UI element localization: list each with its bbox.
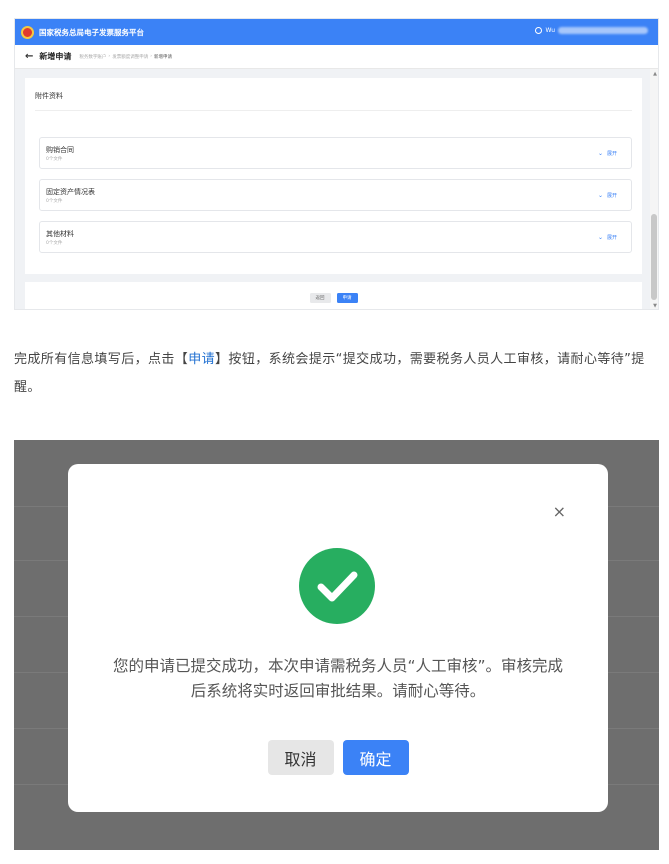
expand-label: 展开 <box>606 235 617 241</box>
expand-toggle[interactable]: ⌄ 展开 <box>598 234 617 241</box>
attachment-item-other[interactable]: 其他材料 0个文件 ⌄ 展开 <box>39 221 632 253</box>
chevron-down-icon: ⌄ <box>597 192 603 199</box>
cancel-button[interactable]: 取消 <box>267 740 334 775</box>
tax-emblem-icon <box>21 25 34 39</box>
modal-button-row: 取消 确定 <box>68 740 608 775</box>
attachment-item-contract[interactable]: 购销合同 0个文件 ⌄ 展开 <box>39 137 632 169</box>
modal-message: 您的申请已提交成功，本次申请需税务人员“人工审核”。审核完成后系统将实时返回审批… <box>112 657 564 700</box>
close-icon[interactable]: × <box>553 502 566 521</box>
back-button[interactable]: 返回 <box>309 293 331 303</box>
instruction-paragraph: 完成所有信息填写后，点击【申请】按钮，系统会提示“提交成功，需要税务人员人工审核… <box>14 346 659 402</box>
breadcrumb-item[interactable]: 发票额度调整申请 <box>112 54 148 60</box>
attachment-name: 固定资产情况表 <box>46 188 95 196</box>
application-form-screenshot: 国家税务总局电子发票服务平台 Wu ← 新增申请 税务数字账户 › 发票额度调整… <box>14 18 659 310</box>
attachments-card: 附件资料 购销合同 0个文件 ⌄ 展开 固定资产情况表 0个文件 ⌄ 展开 其他… <box>25 78 642 274</box>
form-action-bar: 返回 申请 <box>25 282 642 309</box>
scroll-up-icon[interactable]: ▲ <box>653 71 657 77</box>
attachment-name: 其他材料 <box>46 230 74 238</box>
page-title: 新增申请 <box>39 52 72 61</box>
platform-header: 国家税务总局电子发票服务平台 Wu <box>15 19 658 45</box>
user-name: Wu <box>545 27 555 34</box>
user-icon <box>535 27 543 34</box>
attachment-count: 0个文件 <box>46 199 63 204</box>
apply-button[interactable]: 申请 <box>336 293 358 303</box>
attachment-item-fixed-assets[interactable]: 固定资产情况表 0个文件 ⌄ 展开 <box>39 179 632 211</box>
breadcrumb-item[interactable]: 税务数字账户 <box>79 54 106 60</box>
breadcrumb-current: 新增申请 <box>154 54 173 60</box>
attachment-count: 0个文件 <box>46 241 63 246</box>
attachment-count: 0个文件 <box>46 157 63 162</box>
expand-label: 展开 <box>606 151 617 157</box>
confirm-button[interactable]: 确定 <box>342 740 409 775</box>
scrollbar-thumb[interactable] <box>651 214 657 300</box>
section-title: 附件资料 <box>35 92 63 100</box>
expand-toggle[interactable]: ⌄ 展开 <box>598 192 617 199</box>
user-name-blurred <box>558 27 648 34</box>
breadcrumb-separator: › <box>108 54 111 59</box>
page-subheader: ← 新增申请 税务数字账户 › 发票额度调整申请 › 新增申请 <box>15 45 658 69</box>
attachment-name: 购销合同 <box>46 146 74 154</box>
expand-label: 展开 <box>606 193 617 199</box>
chevron-down-icon: ⌄ <box>597 234 603 241</box>
divider <box>35 110 632 111</box>
chevron-down-icon: ⌄ <box>597 150 603 157</box>
back-arrow-icon[interactable]: ← <box>25 51 33 62</box>
success-modal: × 您的申请已提交成功，本次申请需税务人员“人工审核”。审核完成后系统将实时返回… <box>68 464 608 812</box>
scroll-down-icon[interactable]: ▼ <box>653 303 657 309</box>
paragraph-highlight: 申请 <box>188 352 216 367</box>
expand-toggle[interactable]: ⌄ 展开 <box>598 150 617 157</box>
success-check-icon <box>299 548 375 624</box>
success-dialog-screenshot: × 您的申请已提交成功，本次申请需税务人员“人工审核”。审核完成后系统将实时返回… <box>14 440 659 850</box>
platform-title: 国家税务总局电子发票服务平台 <box>39 27 144 37</box>
breadcrumb-separator: › <box>150 54 153 59</box>
user-menu[interactable]: Wu <box>535 27 648 34</box>
paragraph-text-before: 完成所有信息填写后，点击【 <box>14 352 189 367</box>
